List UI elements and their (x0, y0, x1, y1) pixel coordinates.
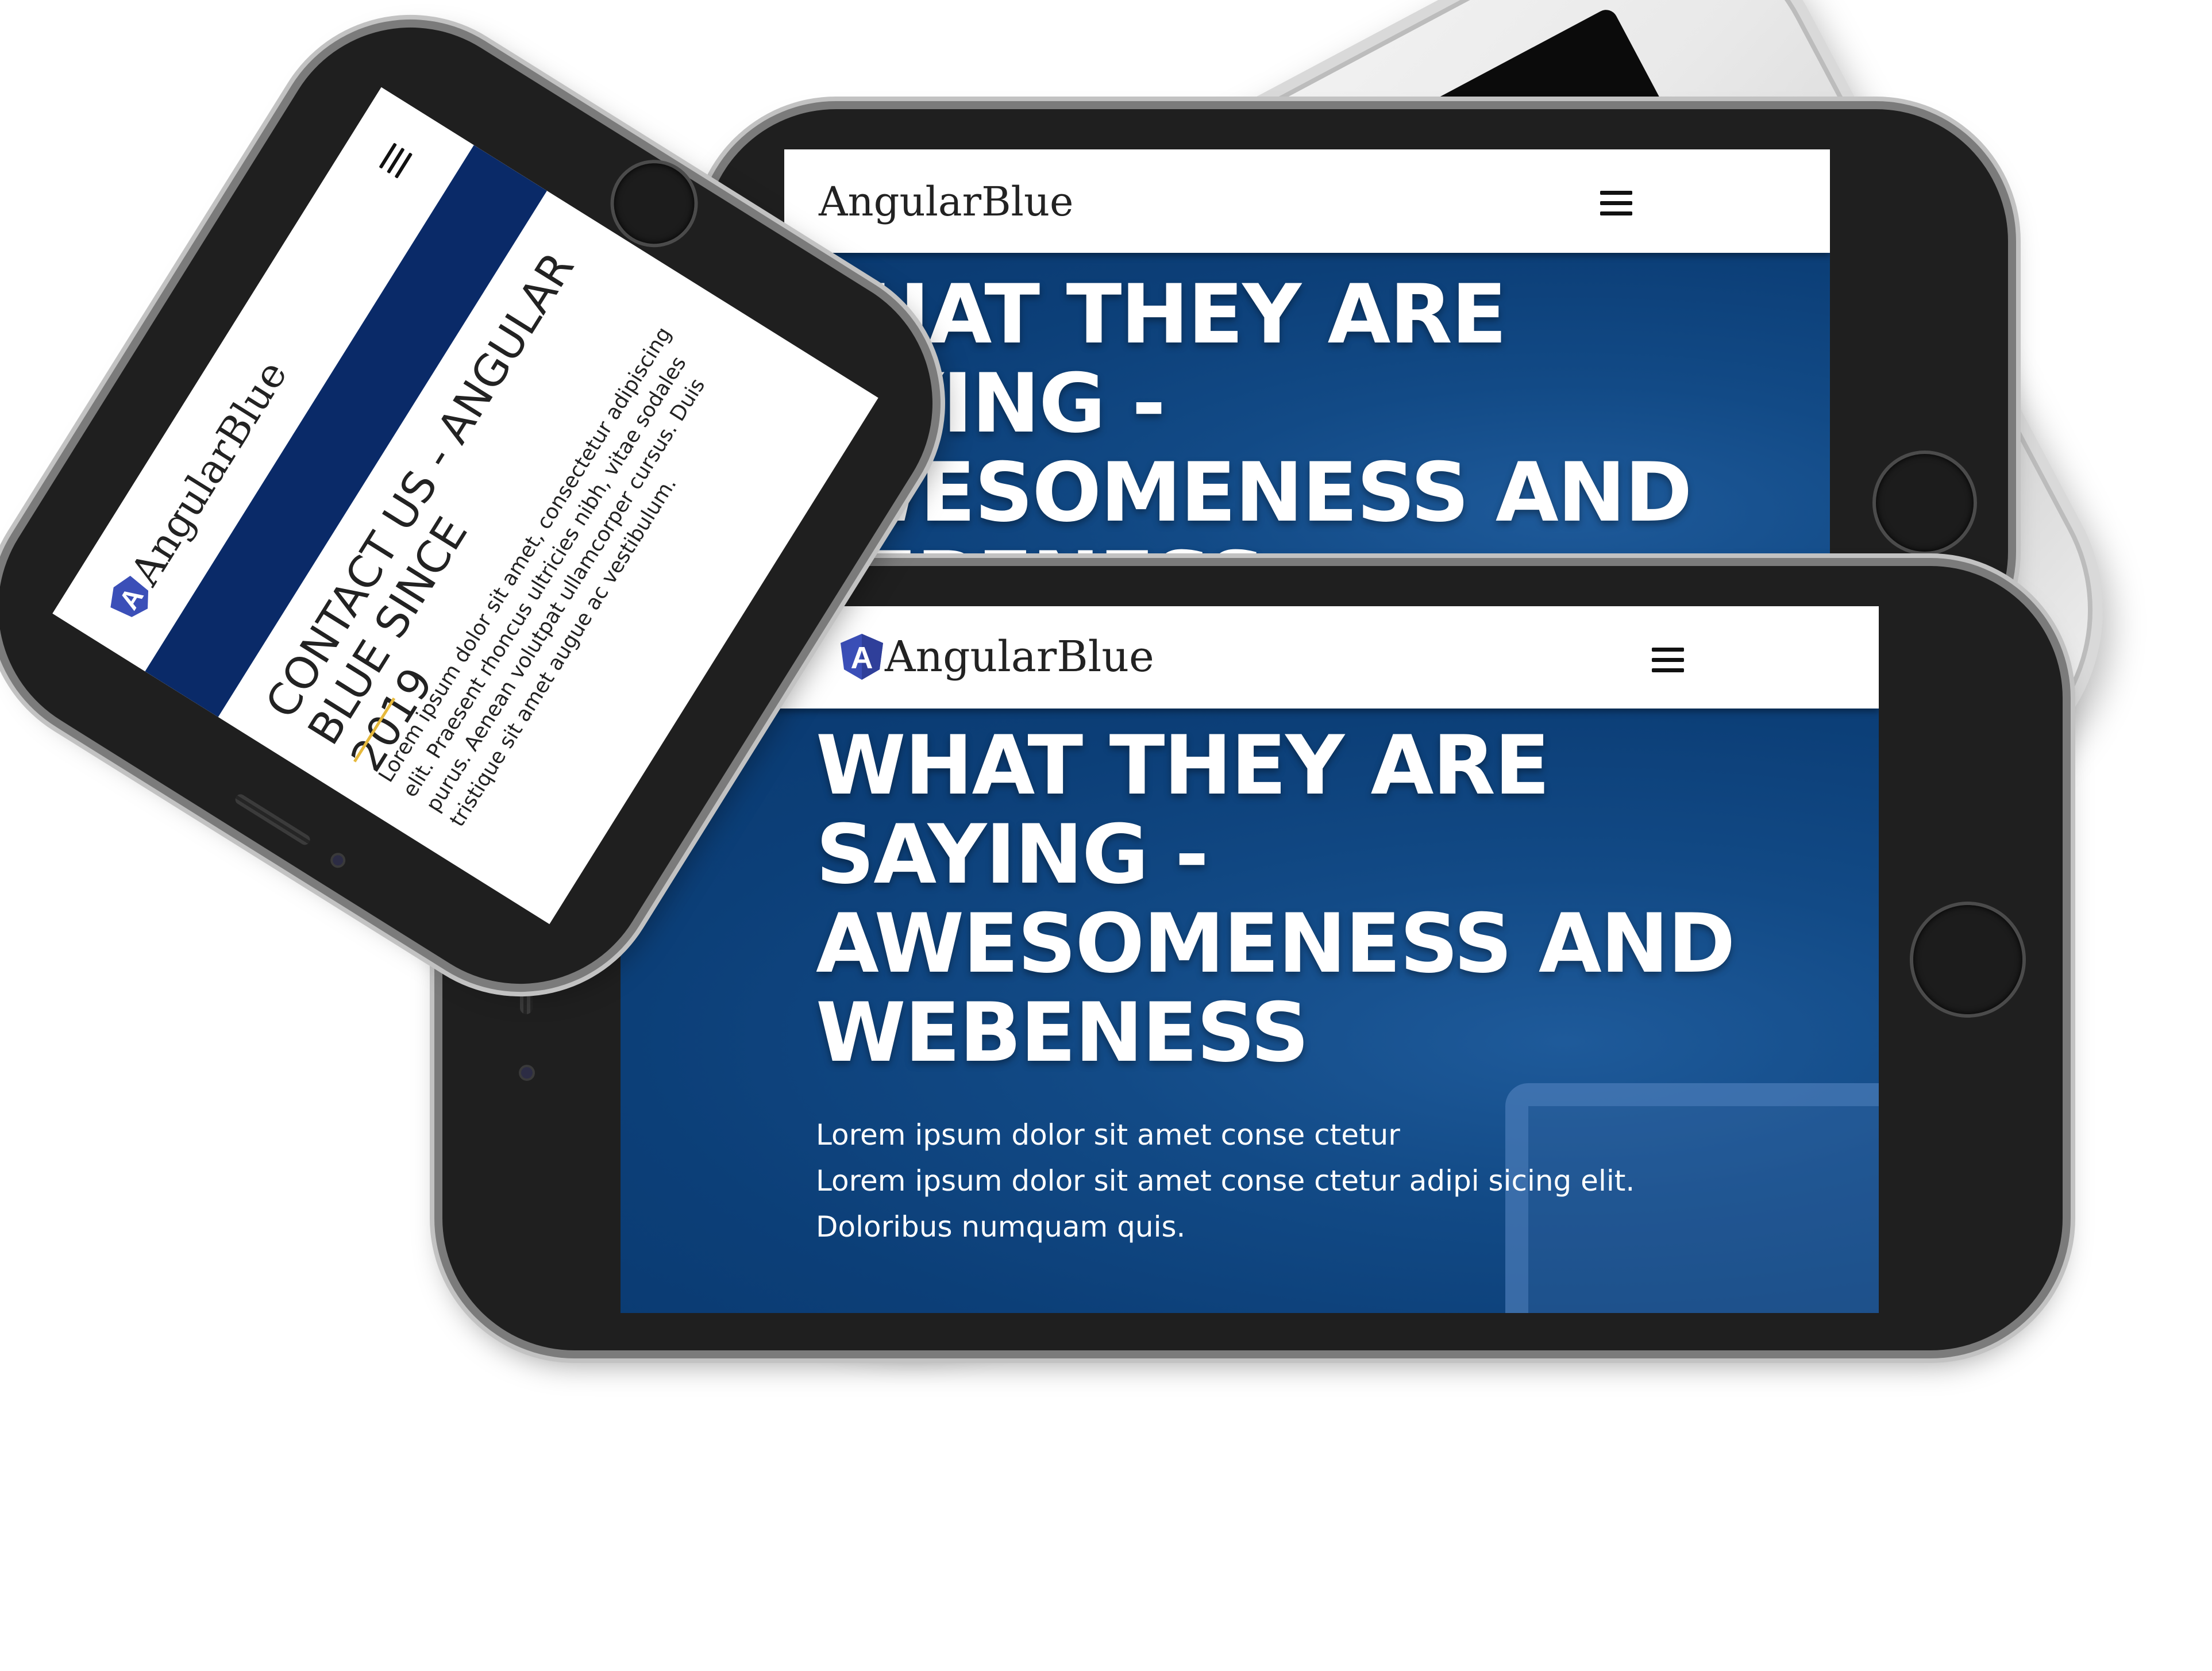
front-camera-icon (521, 1067, 533, 1079)
brand-name: AngularBlue (885, 632, 1154, 682)
brand[interactable]: A AngularBlue (839, 632, 1154, 682)
hero-description: Lorem ipsum dolor sit amet conse ctetur … (816, 1112, 1635, 1250)
hero-text-line: Lorem ipsum dolor sit amet conse ctetur (816, 1118, 1400, 1152)
hero-title-line: AWESOMENESS AND (816, 896, 1735, 991)
logo-letter: A (851, 641, 873, 675)
home-button-icon (1913, 905, 2022, 1014)
home-button-icon (1876, 454, 1974, 552)
hamburger-icon[interactable] (379, 143, 413, 179)
navbar: AngularBlue (784, 149, 1830, 253)
brand-name: AngularBlue (819, 178, 1074, 225)
hero-title-line: SAYING - (816, 807, 1209, 902)
hero-title-line: WHAT THEY ARE (816, 718, 1550, 813)
front-phone-screen: A AngularBlue WHAT THEY ARE SAYING - AWE… (621, 606, 1879, 1313)
front-camera-icon (330, 853, 345, 868)
hamburger-icon[interactable] (1652, 648, 1684, 672)
angular-shield-icon: A (839, 633, 885, 681)
earpiece-grille-icon (233, 792, 312, 847)
hero-text-line: Doloribus numquam quis. (816, 1210, 1186, 1243)
hero-title-line: AWESOMENESS AND (784, 445, 1692, 540)
hero-text-line: Lorem ipsum dolor sit amet conse ctetur … (816, 1164, 1635, 1198)
hero-title-line: WEBENESS (816, 985, 1309, 1080)
hamburger-icon[interactable] (1600, 191, 1632, 215)
hero-title: WHAT THEY ARE SAYING - AWESOMENESS AND W… (816, 721, 1735, 1077)
brand[interactable]: AngularBlue (819, 178, 1073, 225)
hero-title-line: WHAT THEY ARE (784, 267, 1507, 362)
